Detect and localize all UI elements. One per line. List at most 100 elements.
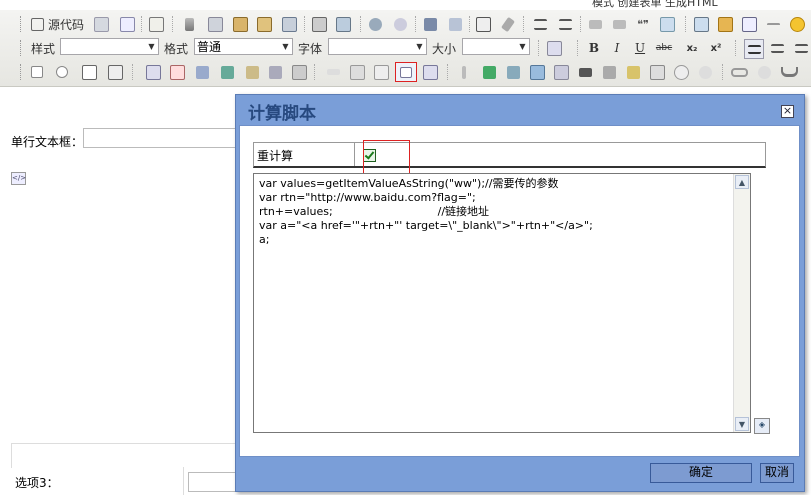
- toolbar-field-icon[interactable]: [576, 63, 594, 81]
- font-label: 字体: [298, 42, 323, 56]
- chevron-down-icon: ▼: [519, 42, 526, 51]
- size-select[interactable]: ▼: [462, 38, 530, 55]
- map-field-icon[interactable]: [672, 63, 690, 81]
- radio-field-icon[interactable]: [53, 63, 71, 81]
- subscript-glyph: x₂: [686, 42, 698, 54]
- italic-button[interactable]: I: [608, 39, 626, 57]
- bold-button[interactable]: B: [585, 39, 603, 57]
- editor-field-icon[interactable]: [648, 63, 666, 81]
- button-field-icon[interactable]: [324, 63, 342, 81]
- pen-icon[interactable]: [455, 63, 473, 81]
- smiley-icon[interactable]: [788, 15, 806, 33]
- subscript-button[interactable]: x₂: [683, 39, 701, 57]
- tree-field-icon[interactable]: [243, 63, 261, 81]
- report-field-icon[interactable]: [600, 63, 618, 81]
- find-icon[interactable]: [421, 15, 439, 33]
- checkbox-field-icon[interactable]: [28, 63, 46, 81]
- select-field-icon[interactable]: [144, 63, 162, 81]
- top-links[interactable]: 模式 创建表单 生成HTML: [592, 0, 718, 10]
- table-icon[interactable]: [740, 15, 758, 33]
- textarea-icon[interactable]: [106, 63, 124, 81]
- flash-icon[interactable]: [716, 15, 734, 33]
- undo-icon[interactable]: [366, 15, 384, 33]
- gear-field-icon[interactable]: [696, 63, 714, 81]
- underline-button[interactable]: U: [631, 39, 649, 57]
- align-center-icon[interactable]: [768, 39, 786, 57]
- unordered-list-icon[interactable]: [556, 15, 574, 33]
- format-select[interactable]: 普通 ▼: [194, 38, 293, 55]
- div-container-icon[interactable]: [658, 15, 676, 33]
- font-select[interactable]: ▼: [328, 38, 427, 55]
- find-in-page-icon[interactable]: [545, 39, 563, 57]
- scrollbar[interactable]: ▲ ▼: [733, 174, 750, 432]
- align-left-icon[interactable]: [744, 39, 764, 59]
- source-icon[interactable]: [28, 15, 46, 33]
- script-code: var values=getItemValueAsString("ww");//…: [259, 177, 593, 247]
- chart-field-icon[interactable]: [504, 63, 522, 81]
- calc-script-button[interactable]: [395, 62, 417, 82]
- grid-field-icon[interactable]: [552, 63, 570, 81]
- style-select[interactable]: ▼: [60, 38, 159, 55]
- anchor-icon[interactable]: [780, 63, 798, 81]
- align-right-icon[interactable]: [792, 39, 810, 57]
- user-field-icon[interactable]: [193, 63, 211, 81]
- dialog-title: 计算脚本: [248, 104, 316, 124]
- toolbar-grip[interactable]: [20, 16, 24, 32]
- scroll-down-icon[interactable]: ▼: [735, 417, 749, 431]
- spellcheck-icon[interactable]: [334, 15, 352, 33]
- preview-icon[interactable]: [118, 15, 136, 33]
- print-icon[interactable]: [310, 15, 328, 33]
- image-icon[interactable]: [692, 15, 710, 33]
- strike-glyph: abc: [655, 43, 673, 53]
- subform-icon[interactable]: [528, 63, 546, 81]
- format-label: 格式: [164, 42, 189, 56]
- source-button[interactable]: 源代码: [48, 16, 84, 33]
- copy-icon[interactable]: [206, 15, 224, 33]
- templates-icon[interactable]: [147, 15, 165, 33]
- blockquote-icon[interactable]: ❝❞: [634, 15, 652, 33]
- select-all-icon[interactable]: [474, 15, 492, 33]
- tab-field-icon[interactable]: [480, 63, 498, 81]
- ok-button[interactable]: 确定: [650, 463, 752, 483]
- ordered-list-icon[interactable]: [531, 15, 549, 33]
- paste-icon[interactable]: [231, 15, 249, 33]
- department-field-icon[interactable]: [218, 63, 236, 81]
- strikethrough-button[interactable]: abc: [655, 39, 673, 57]
- code-line: rtn+=values; //链接地址: [259, 205, 490, 218]
- link-field-icon[interactable]: [266, 63, 284, 81]
- option-3-label: 选项3：: [15, 476, 59, 490]
- top-strip: 模式 创建表单 生成HTML: [0, 0, 811, 10]
- paste-word-icon[interactable]: [280, 15, 298, 33]
- cancel-button[interactable]: 取消: [760, 463, 794, 483]
- toolbar-grip[interactable]: [20, 64, 24, 80]
- link-icon[interactable]: [730, 63, 748, 81]
- textfield-icon[interactable]: [80, 63, 98, 81]
- superscript-button[interactable]: x²: [707, 39, 725, 57]
- outdent-icon[interactable]: [586, 15, 604, 33]
- recalc-row: 重计算: [253, 140, 766, 175]
- scroll-up-icon[interactable]: ▲: [735, 175, 749, 189]
- close-icon[interactable]: ×: [781, 105, 794, 118]
- attachment-field-icon[interactable]: [348, 63, 366, 81]
- single-line-text-input[interactable]: [83, 128, 243, 148]
- horizontal-rule-icon[interactable]: [764, 15, 782, 33]
- view-field-icon[interactable]: [421, 63, 439, 81]
- script-textarea[interactable]: var values=getItemValueAsString("ww");//…: [253, 173, 751, 433]
- indent-icon[interactable]: [610, 15, 628, 33]
- image-field-icon[interactable]: [290, 63, 308, 81]
- save-template-icon[interactable]: [92, 15, 110, 33]
- toolbar-grip[interactable]: [20, 40, 24, 56]
- expand-editor-icon[interactable]: ◈: [754, 418, 770, 434]
- picture-field-icon[interactable]: [624, 63, 642, 81]
- hidden-field-icon[interactable]: [372, 63, 390, 81]
- redo-icon[interactable]: [391, 15, 409, 33]
- chevron-down-icon: ▼: [148, 42, 155, 51]
- remove-format-icon[interactable]: [499, 15, 517, 33]
- paste-text-icon[interactable]: [255, 15, 273, 33]
- unlink-icon[interactable]: [755, 63, 773, 81]
- replace-icon[interactable]: [446, 15, 464, 33]
- calc-script-marker-icon[interactable]: </>: [11, 172, 26, 185]
- date-field-icon[interactable]: [168, 63, 186, 81]
- chevron-down-icon: ▼: [282, 42, 289, 51]
- cut-icon[interactable]: [180, 15, 198, 33]
